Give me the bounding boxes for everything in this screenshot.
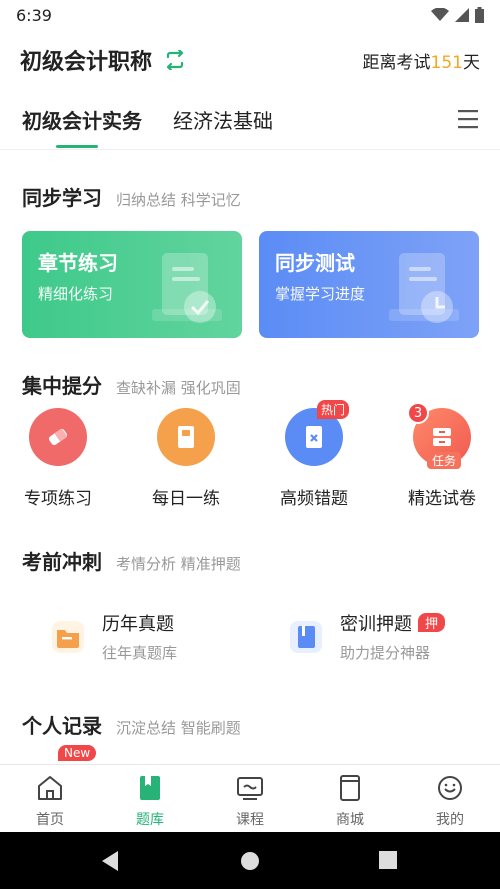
document-check-icon bbox=[152, 253, 222, 323]
hot-badge: 热门 bbox=[317, 400, 350, 419]
wrong-answer-icon: 热门 bbox=[285, 400, 350, 466]
bottom-nav: 首页 题库 课程 商城 我的 bbox=[0, 764, 500, 832]
item-label: 精选试卷 bbox=[408, 489, 476, 509]
wifi-icon bbox=[431, 8, 449, 21]
tab-economic-law[interactable]: 经济法基础 bbox=[173, 105, 273, 134]
new-badge: New bbox=[58, 745, 97, 761]
system-nav-bar bbox=[0, 832, 500, 889]
active-tab-indicator bbox=[56, 145, 98, 148]
item-label: 专项练习 bbox=[24, 489, 92, 509]
profile-icon bbox=[438, 776, 462, 800]
eraser-icon bbox=[29, 408, 87, 466]
back-icon[interactable] bbox=[100, 850, 120, 872]
sync-section-header: 同步学习 归纳总结 科学记忆 bbox=[22, 182, 241, 211]
status-icons bbox=[431, 7, 484, 23]
focus-grid: 专项练习 每日一练 热门 高频错题 3 任务 精选试卷 bbox=[0, 400, 500, 518]
sprint-section-header: 考前冲刺 考情分析 精准押题 bbox=[22, 546, 241, 575]
nav-label: 我的 bbox=[436, 812, 464, 828]
focus-title: 集中提分 bbox=[22, 374, 102, 398]
focus-section-header: 集中提分 查缺补漏 强化巩固 bbox=[22, 370, 241, 399]
nav-label: 商城 bbox=[336, 812, 364, 828]
focus-subtitle: 查缺补漏 强化巩固 bbox=[116, 379, 241, 397]
store-icon bbox=[340, 775, 360, 801]
item-subtitle: 助力提分神器 bbox=[340, 644, 431, 662]
battery-icon bbox=[475, 7, 484, 23]
subject-tabs: 初级会计实务 经济法基础 bbox=[0, 90, 500, 150]
folder-icon bbox=[52, 620, 84, 653]
sync-title: 同步学习 bbox=[22, 186, 102, 210]
sprint-title: 考前冲刺 bbox=[22, 550, 102, 574]
nav-label: 首页 bbox=[36, 812, 64, 828]
card-title: 章节练习 bbox=[38, 251, 118, 275]
tab-accounting-practice[interactable]: 初级会计实务 bbox=[22, 105, 142, 134]
nav-home[interactable]: 首页 bbox=[0, 773, 100, 829]
question-bank-icon bbox=[140, 776, 160, 800]
drawer-icon: 3 任务 bbox=[407, 402, 471, 469]
home-icon bbox=[38, 776, 62, 800]
recents-icon[interactable] bbox=[379, 851, 397, 869]
selected-papers-button[interactable]: 3 任务 精选试卷 bbox=[392, 402, 492, 509]
past-exams-item[interactable]: 历年真题 往年真题库 bbox=[50, 610, 177, 663]
card-title: 同步测试 bbox=[275, 251, 355, 275]
item-title: 历年真题 bbox=[102, 614, 174, 635]
prediction-badge: 押 bbox=[418, 613, 446, 632]
nav-label: 课程 bbox=[236, 812, 264, 828]
menu-icon[interactable] bbox=[458, 108, 478, 130]
item-label: 每日一练 bbox=[152, 489, 220, 509]
home-circle-icon[interactable] bbox=[240, 851, 260, 871]
document-clock-icon bbox=[389, 253, 459, 323]
notebook-icon bbox=[290, 620, 322, 653]
chapter-practice-card[interactable]: 章节练习 精细化练习 bbox=[22, 231, 242, 338]
secret-training-item[interactable]: 密训押题押 助力提分神器 bbox=[288, 610, 446, 663]
book-icon bbox=[157, 408, 215, 466]
countdown-days: 151 bbox=[430, 52, 463, 73]
nav-course[interactable]: 课程 bbox=[200, 773, 300, 829]
task-count-badge: 3 bbox=[407, 402, 429, 424]
item-subtitle: 往年真题库 bbox=[102, 644, 178, 662]
nav-question-bank[interactable]: 题库 bbox=[100, 773, 200, 829]
frequent-errors-button[interactable]: 热门 高频错题 bbox=[264, 400, 364, 509]
item-title: 密训押题 bbox=[340, 614, 412, 635]
special-practice-button[interactable]: 专项练习 bbox=[8, 408, 108, 509]
nav-label: 题库 bbox=[136, 812, 164, 828]
exam-countdown: 距离考试151天 bbox=[362, 52, 480, 73]
nav-store[interactable]: 商城 bbox=[300, 773, 400, 829]
item-label: 高频错题 bbox=[280, 489, 348, 509]
course-icon bbox=[237, 777, 263, 800]
app-header: 初级会计职称 距离考试151天 bbox=[0, 30, 500, 90]
nav-profile[interactable]: 我的 bbox=[400, 773, 500, 829]
card-subtitle: 精细化练习 bbox=[38, 285, 114, 303]
status-time: 6:39 bbox=[16, 5, 52, 25]
status-bar: 6:39 bbox=[0, 0, 500, 30]
records-section-header: 个人记录 沉淀总结 智能刷题 bbox=[22, 710, 241, 739]
sprint-subtitle: 考情分析 精准押题 bbox=[116, 555, 241, 573]
page-title: 初级会计职称 bbox=[20, 50, 153, 75]
card-subtitle: 掌握学习进度 bbox=[275, 285, 366, 303]
sync-test-card[interactable]: 同步测试 掌握学习进度 bbox=[259, 231, 479, 338]
daily-practice-button[interactable]: 每日一练 bbox=[136, 408, 236, 509]
switch-icon[interactable] bbox=[164, 50, 186, 70]
records-title: 个人记录 bbox=[22, 714, 102, 738]
sync-subtitle: 归纳总结 科学记忆 bbox=[116, 191, 241, 209]
records-subtitle: 沉淀总结 智能刷题 bbox=[116, 719, 241, 737]
signal-icon bbox=[455, 8, 469, 22]
task-tag: 任务 bbox=[427, 452, 462, 469]
